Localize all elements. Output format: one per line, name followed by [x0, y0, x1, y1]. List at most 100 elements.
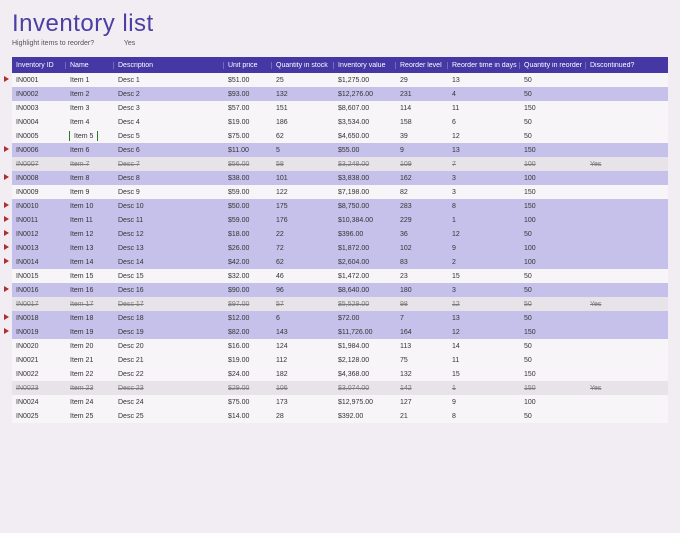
cell[interactable]: 8: [448, 413, 520, 420]
cell[interactable]: 98: [396, 301, 448, 308]
cell[interactable]: 62: [272, 133, 334, 140]
cell[interactable]: 50: [520, 343, 586, 350]
cell[interactable]: IN0008: [12, 175, 66, 182]
cell[interactable]: IN0013: [12, 245, 66, 252]
cell[interactable]: IN0010: [12, 203, 66, 210]
cell[interactable]: 3: [448, 287, 520, 294]
cell[interactable]: Desc 21: [114, 357, 224, 364]
cell[interactable]: 175: [272, 203, 334, 210]
cell[interactable]: 100: [520, 161, 586, 168]
cell[interactable]: Item 10: [66, 203, 114, 210]
cell[interactable]: 150: [520, 371, 586, 378]
cell[interactable]: IN0021: [12, 357, 66, 364]
cell[interactable]: 150: [520, 329, 586, 336]
cell[interactable]: Desc 22: [114, 371, 224, 378]
cell[interactable]: Item 20: [66, 343, 114, 350]
cell[interactable]: $56.00: [224, 161, 272, 168]
cell[interactable]: 6: [272, 315, 334, 322]
cell[interactable]: Desc 20: [114, 343, 224, 350]
cell[interactable]: 83: [396, 259, 448, 266]
cell[interactable]: Item 6: [66, 147, 114, 154]
cell[interactable]: 113: [396, 343, 448, 350]
cell[interactable]: $5,529.00: [334, 301, 396, 308]
cell[interactable]: 50: [520, 413, 586, 420]
cell[interactable]: 13: [448, 77, 520, 84]
cell[interactable]: $29.00: [224, 385, 272, 392]
cell[interactable]: Item 7: [66, 161, 114, 168]
cell[interactable]: Desc 17: [114, 301, 224, 308]
cell[interactable]: Item 22: [66, 371, 114, 378]
cell[interactable]: $12,276.00: [334, 91, 396, 98]
cell[interactable]: $10,384.00: [334, 217, 396, 224]
cell[interactable]: 150: [520, 203, 586, 210]
cell[interactable]: $12.00: [224, 315, 272, 322]
cell[interactable]: 14: [448, 343, 520, 350]
cell[interactable]: Item 25: [66, 413, 114, 420]
cell[interactable]: $12,975.00: [334, 399, 396, 406]
cell[interactable]: 11: [448, 357, 520, 364]
cell[interactable]: $14.00: [224, 413, 272, 420]
cell[interactable]: 50: [520, 301, 586, 308]
cell[interactable]: 2: [448, 259, 520, 266]
cell[interactable]: 39: [396, 133, 448, 140]
selected-cell[interactable]: Item 5: [69, 131, 98, 141]
cell[interactable]: 50: [520, 287, 586, 294]
cell[interactable]: 127: [396, 399, 448, 406]
cell[interactable]: IN0009: [12, 189, 66, 196]
cell[interactable]: 11: [448, 105, 520, 112]
cell[interactable]: 100: [520, 217, 586, 224]
cell[interactable]: Item 9: [66, 189, 114, 196]
cell[interactable]: Desc 25: [114, 413, 224, 420]
column-header[interactable]: Inventory value: [334, 62, 396, 69]
cell[interactable]: $57.00: [224, 105, 272, 112]
cell[interactable]: $59.00: [224, 217, 272, 224]
cell[interactable]: 12: [448, 133, 520, 140]
cell[interactable]: Item 24: [66, 399, 114, 406]
cell[interactable]: 151: [272, 105, 334, 112]
cell[interactable]: 50: [520, 91, 586, 98]
cell[interactable]: IN0019: [12, 329, 66, 336]
cell[interactable]: 1: [448, 385, 520, 392]
cell[interactable]: 150: [520, 385, 586, 392]
cell[interactable]: 186: [272, 119, 334, 126]
cell[interactable]: IN0002: [12, 91, 66, 98]
cell[interactable]: $4,368.00: [334, 371, 396, 378]
cell[interactable]: $3,074.00: [334, 385, 396, 392]
cell[interactable]: 22: [272, 231, 334, 238]
cell[interactable]: 150: [520, 105, 586, 112]
column-header[interactable]: Description: [114, 62, 224, 69]
cell[interactable]: 50: [520, 315, 586, 322]
cell[interactable]: Desc 8: [114, 175, 224, 182]
cell[interactable]: IN0016: [12, 287, 66, 294]
cell[interactable]: $51.00: [224, 77, 272, 84]
cell[interactable]: Item 16: [66, 287, 114, 294]
cell[interactable]: 229: [396, 217, 448, 224]
cell[interactable]: Item 2: [66, 91, 114, 98]
cell[interactable]: 180: [396, 287, 448, 294]
cell[interactable]: 150: [520, 189, 586, 196]
cell[interactable]: 101: [272, 175, 334, 182]
cell[interactable]: 12: [448, 231, 520, 238]
cell[interactable]: 162: [396, 175, 448, 182]
cell[interactable]: 6: [448, 119, 520, 126]
cell[interactable]: 132: [396, 371, 448, 378]
cell[interactable]: 283: [396, 203, 448, 210]
cell[interactable]: IN0001: [12, 77, 66, 84]
cell[interactable]: Item 23: [66, 385, 114, 392]
cell[interactable]: $8,750.00: [334, 203, 396, 210]
cell[interactable]: 13: [448, 315, 520, 322]
cell[interactable]: 12: [448, 301, 520, 308]
cell[interactable]: Item 17: [66, 301, 114, 308]
column-header[interactable]: Quantity in reorder: [520, 62, 586, 69]
cell[interactable]: $4,650.00: [334, 133, 396, 140]
cell[interactable]: 5: [272, 147, 334, 154]
cell[interactable]: $3,534.00: [334, 119, 396, 126]
cell[interactable]: $59.00: [224, 189, 272, 196]
cell[interactable]: IN0017: [12, 301, 66, 308]
cell[interactable]: Yes: [586, 301, 644, 308]
cell[interactable]: $3,248.00: [334, 161, 396, 168]
cell[interactable]: IN0015: [12, 273, 66, 280]
cell[interactable]: 25: [272, 77, 334, 84]
cell[interactable]: $11.00: [224, 147, 272, 154]
cell[interactable]: 72: [272, 245, 334, 252]
